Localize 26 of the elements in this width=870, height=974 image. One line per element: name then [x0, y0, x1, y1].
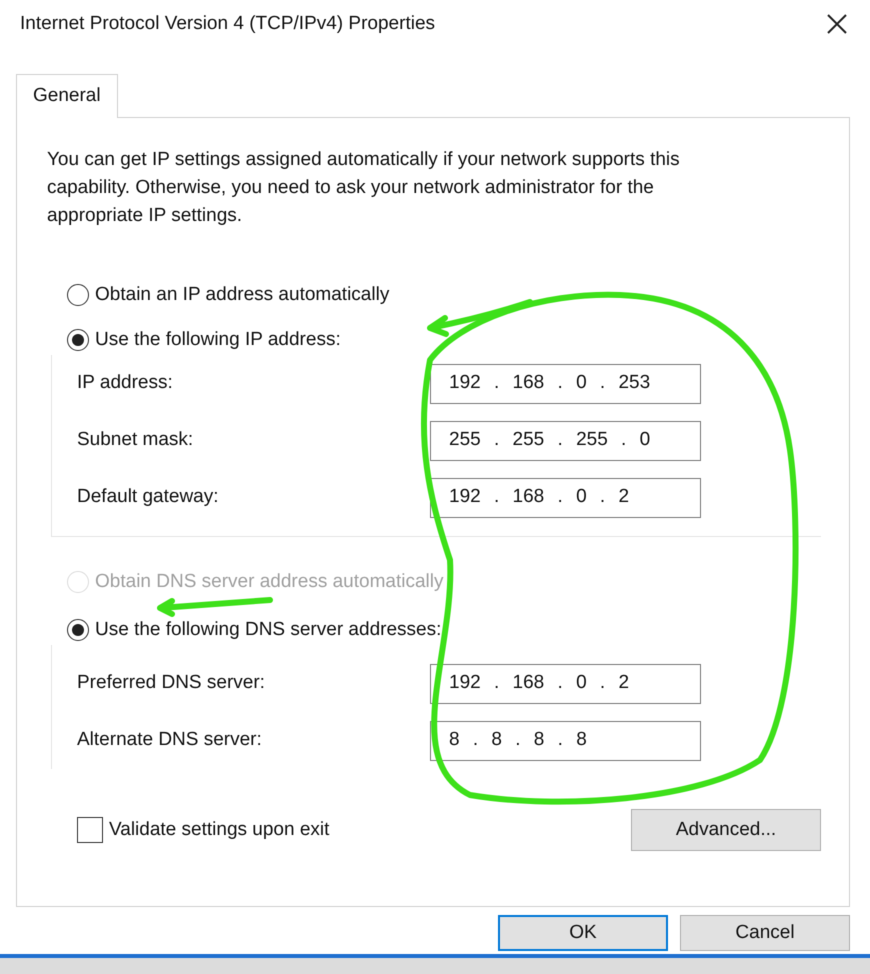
checkbox[interactable] [77, 817, 103, 843]
ip-input-field[interactable]: 255 . 255 . 255 . 0 [430, 420, 701, 460]
ip-input-field[interactable]: 8 . 8 . 8 . 8 [430, 720, 701, 760]
radio-label: Use the following IP address: [95, 328, 341, 352]
field-label: Alternate DNS server: [76, 728, 263, 752]
window-title: Internet Protocol Version 4 (TCP/IPv4) Properties [20, 12, 436, 36]
radio-button[interactable] [67, 619, 89, 641]
radio-label: Obtain an IP address automatically [95, 282, 390, 307]
description-text: You can get IP settings assigned automatically if your network supports this capability. Otherwise, you need to ask your network administrator for the appropriate IP settings. [47, 148, 681, 228]
advanced-button[interactable]: Advanced... [631, 809, 821, 851]
radio-button[interactable] [67, 329, 89, 351]
checkbox-label: Validate settings upon exit [109, 818, 330, 842]
field-label: Preferred DNS server: [76, 671, 266, 696]
dialog-button[interactable]: OK [498, 915, 668, 951]
field-label: IP address: [76, 371, 174, 396]
ip-input-field[interactable]: 192 . 168 . 0 . 2 [430, 478, 701, 518]
tab[interactable]: General [16, 74, 118, 118]
ip-input-field[interactable]: 192 . 168 . 0 . 2 [430, 664, 701, 704]
field-label: Subnet mask: [76, 428, 194, 452]
ip-input-field[interactable]: 192 . 168 . 0 . 253 [430, 364, 701, 404]
radio-label: Obtain DNS server address automatically [95, 570, 444, 594]
close-icon[interactable] [826, 13, 848, 35]
dialog-button[interactable]: Cancel [680, 915, 850, 951]
radio-button[interactable] [67, 284, 89, 306]
radio-label: Use the following DNS server addresses: [95, 618, 442, 642]
field-label: Default gateway: [76, 485, 220, 510]
